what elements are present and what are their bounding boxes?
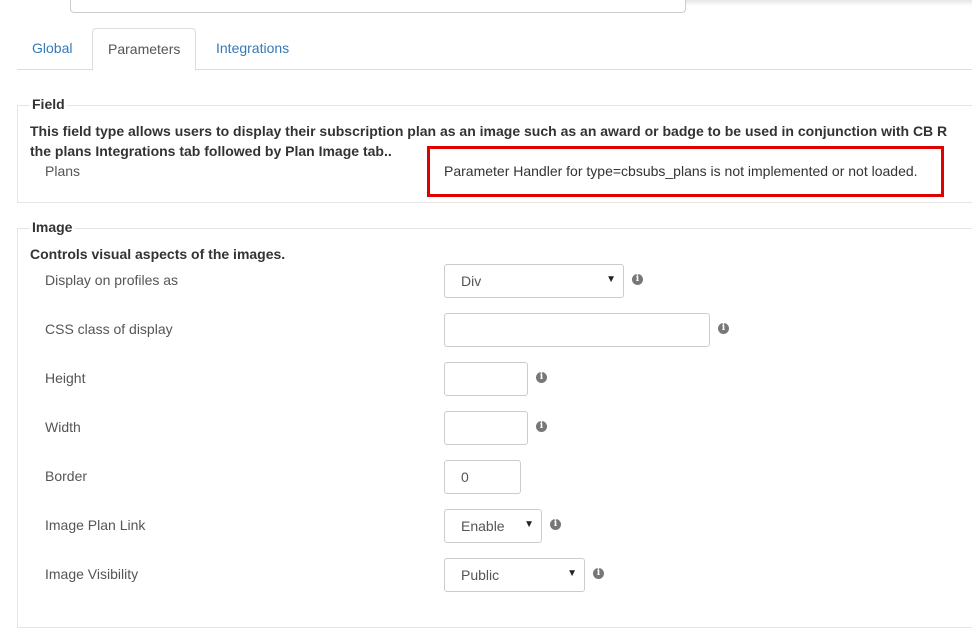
width-label: Width — [45, 419, 81, 435]
plan-link-label: Image Plan Link — [45, 517, 146, 533]
info-icon[interactable]: i — [550, 519, 561, 530]
error-message: Parameter Handler for type=cbsubs_plans … — [444, 163, 918, 179]
info-icon[interactable]: i — [536, 372, 547, 383]
width-input[interactable] — [444, 411, 528, 445]
css-class-label: CSS class of display — [45, 321, 173, 337]
caret-down-icon: ▼ — [567, 568, 577, 579]
css-class-input[interactable] — [444, 313, 710, 347]
height-input[interactable] — [444, 362, 528, 396]
image-legend: Image — [30, 219, 75, 235]
error-highlight-box: Parameter Handler for type=cbsubs_plans … — [427, 146, 944, 197]
tab-bar: Global Parameters Integrations — [17, 28, 972, 71]
info-icon[interactable]: i — [632, 274, 643, 285]
image-description: Controls visual aspects of the images. — [30, 246, 286, 262]
field-description-line2: the plans Integrations tab followed by P… — [30, 143, 392, 159]
plan-link-select[interactable]: Enable ▼ — [444, 509, 542, 543]
display-select[interactable]: Div ▼ — [444, 264, 624, 298]
field-description-line1: This field type allows users to display … — [30, 123, 948, 139]
top-text-input[interactable] — [70, 0, 686, 13]
plans-label: Plans — [45, 163, 81, 179]
visibility-label: Image Visibility — [45, 566, 139, 582]
height-label: Height — [45, 370, 86, 386]
plan-link-value: Enable — [461, 518, 505, 534]
tab-global[interactable]: Global — [17, 28, 87, 70]
visibility-select[interactable]: Public ▼ — [444, 558, 585, 592]
info-icon[interactable]: i — [718, 323, 729, 334]
display-select-value: Div — [461, 273, 482, 289]
visibility-value: Public — [461, 567, 500, 583]
top-edge-shadow — [686, 0, 972, 6]
border-label: Border — [45, 468, 88, 484]
border-value: 0 — [461, 469, 469, 485]
tab-parameters[interactable]: Parameters — [92, 28, 197, 71]
caret-down-icon: ▼ — [606, 274, 616, 285]
info-icon[interactable]: i — [536, 421, 547, 432]
display-label: Display on profiles as — [45, 272, 179, 288]
info-icon[interactable]: i — [593, 568, 604, 579]
caret-down-icon: ▼ — [524, 519, 534, 530]
field-legend: Field — [30, 96, 67, 112]
tab-integrations[interactable]: Integrations — [201, 28, 304, 70]
border-input[interactable]: 0 — [444, 460, 521, 494]
